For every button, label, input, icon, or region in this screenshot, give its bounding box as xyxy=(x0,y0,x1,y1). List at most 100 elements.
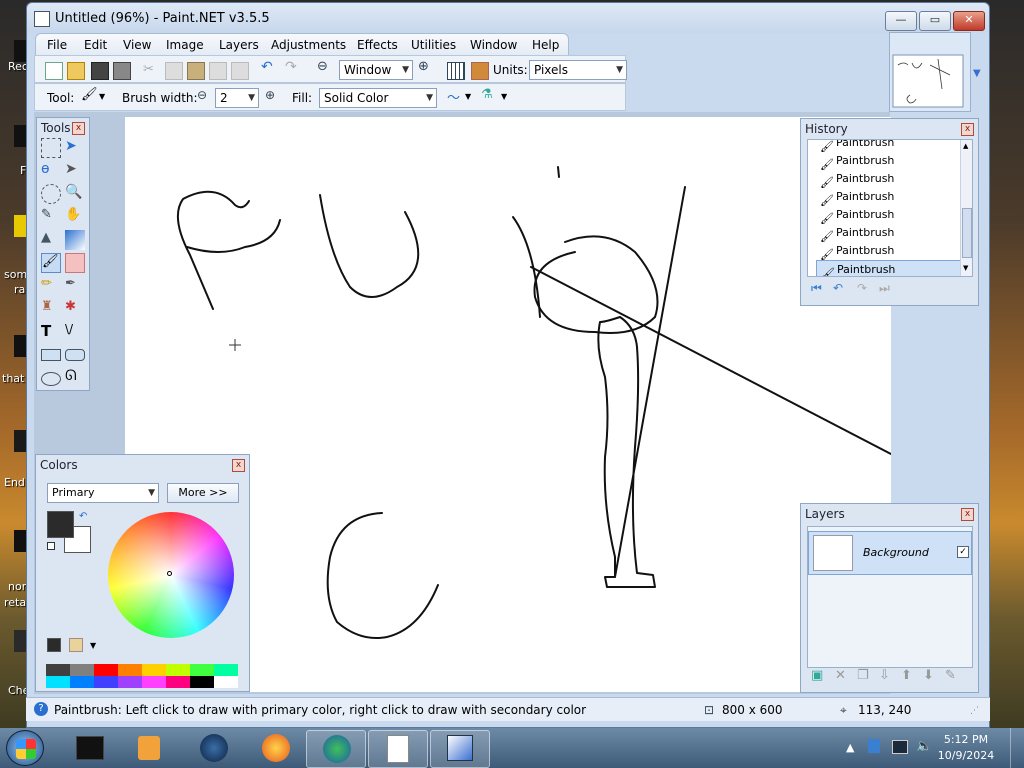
ruler-icon[interactable] xyxy=(471,62,489,80)
palette-color-swatch[interactable] xyxy=(190,664,202,676)
paint-bucket-tool-icon[interactable]: ▲ xyxy=(41,230,61,250)
open-file-icon[interactable] xyxy=(67,62,85,80)
palette-color-swatch[interactable] xyxy=(154,676,166,688)
history-item[interactable]: 🖌 Paintbrush xyxy=(816,152,962,171)
taskbar-app-network[interactable] xyxy=(184,730,242,766)
chevron-down-icon[interactable]: ▼ xyxy=(465,92,481,108)
menu-file[interactable]: File xyxy=(47,38,67,52)
menu-view[interactable]: View xyxy=(123,38,151,52)
close-icon[interactable]: x xyxy=(961,508,974,521)
palette-color-swatch[interactable] xyxy=(154,664,166,676)
zoom-select[interactable]: Window ▼ xyxy=(339,60,413,80)
menu-help[interactable]: Help xyxy=(532,38,559,52)
brush-width-select[interactable]: 2 ▼ xyxy=(215,88,259,108)
show-hidden-icons[interactable]: ▲ xyxy=(846,741,854,754)
close-button[interactable]: ✕ xyxy=(953,11,985,31)
palette-color-swatch[interactable] xyxy=(226,664,238,676)
color-wheel[interactable] xyxy=(108,512,234,638)
menu-image[interactable]: Image xyxy=(166,38,204,52)
palette-color-swatch[interactable] xyxy=(214,676,226,688)
magic-wand-tool-icon[interactable]: ✎ xyxy=(41,207,61,227)
menu-window[interactable]: Window xyxy=(470,38,517,52)
palette-color-swatch[interactable] xyxy=(130,664,142,676)
close-icon[interactable]: x xyxy=(72,122,85,135)
merge-layer-icon[interactable]: ⇩ xyxy=(879,668,890,683)
show-desktop-button[interactable] xyxy=(1010,728,1024,768)
save-icon[interactable] xyxy=(91,62,109,80)
rounded-rectangle-tool-icon[interactable] xyxy=(65,349,85,361)
palette-color-swatch[interactable] xyxy=(106,676,118,688)
swap-colors-icon[interactable]: ↶ xyxy=(79,511,87,522)
increase-width-icon[interactable]: ⊕ xyxy=(265,88,281,104)
taskbar-app-paintnet[interactable] xyxy=(430,730,490,768)
tray-app-icon[interactable] xyxy=(868,739,880,753)
pan-tool-icon[interactable]: ✋ xyxy=(65,207,85,227)
crop-icon[interactable] xyxy=(209,62,227,80)
add-color-icon[interactable] xyxy=(47,638,61,652)
palette-color-swatch[interactable] xyxy=(46,676,58,688)
undo-icon[interactable]: ↶ xyxy=(261,59,277,75)
blend-mode-icon[interactable]: ⚗ xyxy=(481,87,497,103)
recolor-tool-icon[interactable]: ✱ xyxy=(65,299,85,319)
palette-color-swatch[interactable] xyxy=(46,664,58,676)
layer-visibility-checkbox[interactable]: ✓ xyxy=(957,546,969,558)
start-button[interactable] xyxy=(6,730,44,766)
resize-grip-icon[interactable]: ⋰ xyxy=(970,706,979,716)
minimize-button[interactable]: — xyxy=(885,11,917,31)
grid-icon[interactable] xyxy=(447,62,465,80)
palette-color-swatch[interactable] xyxy=(94,676,106,688)
lasso-select-tool-icon[interactable]: ɵ xyxy=(41,161,61,181)
history-item[interactable]: 🖌 Paintbrush xyxy=(816,188,962,207)
copy-icon[interactable] xyxy=(165,62,183,80)
color-mode-select[interactable]: Primary ▼ xyxy=(47,483,159,503)
zoom-out-icon[interactable]: ⊖ xyxy=(317,59,333,75)
palette-color-swatch[interactable] xyxy=(142,664,154,676)
palette-color-swatch[interactable] xyxy=(202,676,214,688)
title-bar[interactable]: Untitled (96%) - Paint.NET v3.5.5 — ▭ ✕ xyxy=(27,3,989,33)
close-icon[interactable]: x xyxy=(961,123,974,136)
taskbar-app-solitaire[interactable] xyxy=(368,730,428,768)
rectangle-tool-icon[interactable] xyxy=(41,349,61,361)
layer-properties-icon[interactable]: ✎ xyxy=(945,668,956,683)
move-selected-tool-icon[interactable]: ➤ xyxy=(65,161,85,181)
decrease-width-icon[interactable]: ⊖ xyxy=(197,88,213,104)
network-icon[interactable] xyxy=(892,740,908,754)
palette-color-swatch[interactable] xyxy=(70,676,82,688)
taskbar-app-terminal[interactable] xyxy=(60,730,118,766)
color-picker-tool-icon[interactable]: ✒ xyxy=(65,276,85,296)
fill-select[interactable]: Solid Color ▼ xyxy=(319,88,437,108)
antialiasing-icon[interactable]: 〜 xyxy=(447,87,463,106)
close-icon[interactable]: x xyxy=(232,459,245,472)
chevron-down-icon[interactable]: ▼ xyxy=(90,641,96,650)
freeform-shape-tool-icon[interactable]: ᘏ xyxy=(65,368,85,388)
redo-icon[interactable]: ↷ xyxy=(285,59,301,75)
line-curve-tool-icon[interactable]: \/ xyxy=(65,322,85,342)
cut-icon[interactable]: ✂ xyxy=(143,62,159,78)
volume-icon[interactable]: 🔈 xyxy=(916,739,932,754)
palette-color-swatch[interactable] xyxy=(58,664,70,676)
palette-color-swatch[interactable] xyxy=(82,676,94,688)
move-layer-up-icon[interactable]: ⬆ xyxy=(901,668,912,683)
palette-color-swatch[interactable] xyxy=(58,676,70,688)
ellipse-select-tool-icon[interactable] xyxy=(41,184,61,204)
redo-icon[interactable]: ↷ xyxy=(857,281,867,295)
pencil-tool-icon[interactable]: ✏ xyxy=(41,276,61,296)
clock-date[interactable]: 10/9/2024 xyxy=(932,749,1000,762)
history-item[interactable]: 🖌 Paintbrush xyxy=(816,224,962,243)
paste-icon[interactable] xyxy=(187,62,205,80)
eraser-tool-icon[interactable] xyxy=(65,253,85,273)
text-tool-icon[interactable]: T xyxy=(41,322,61,342)
palette-color-swatch[interactable] xyxy=(94,664,106,676)
menu-edit[interactable]: Edit xyxy=(84,38,107,52)
reset-colors-icon[interactable] xyxy=(47,542,55,550)
zoom-in-icon[interactable]: ⊕ xyxy=(418,59,434,75)
palette-color-swatch[interactable] xyxy=(214,664,226,676)
palette-color-swatch[interactable] xyxy=(106,664,118,676)
taskbar-app-firefox[interactable] xyxy=(246,730,304,766)
palette-color-swatch[interactable] xyxy=(202,664,214,676)
palette-color-swatch[interactable] xyxy=(166,676,178,688)
gradient-tool-icon[interactable] xyxy=(65,230,85,250)
palette-color-swatch[interactable] xyxy=(178,664,190,676)
move-layer-down-icon[interactable]: ⬇ xyxy=(923,668,934,683)
palette-color-swatch[interactable] xyxy=(178,676,190,688)
